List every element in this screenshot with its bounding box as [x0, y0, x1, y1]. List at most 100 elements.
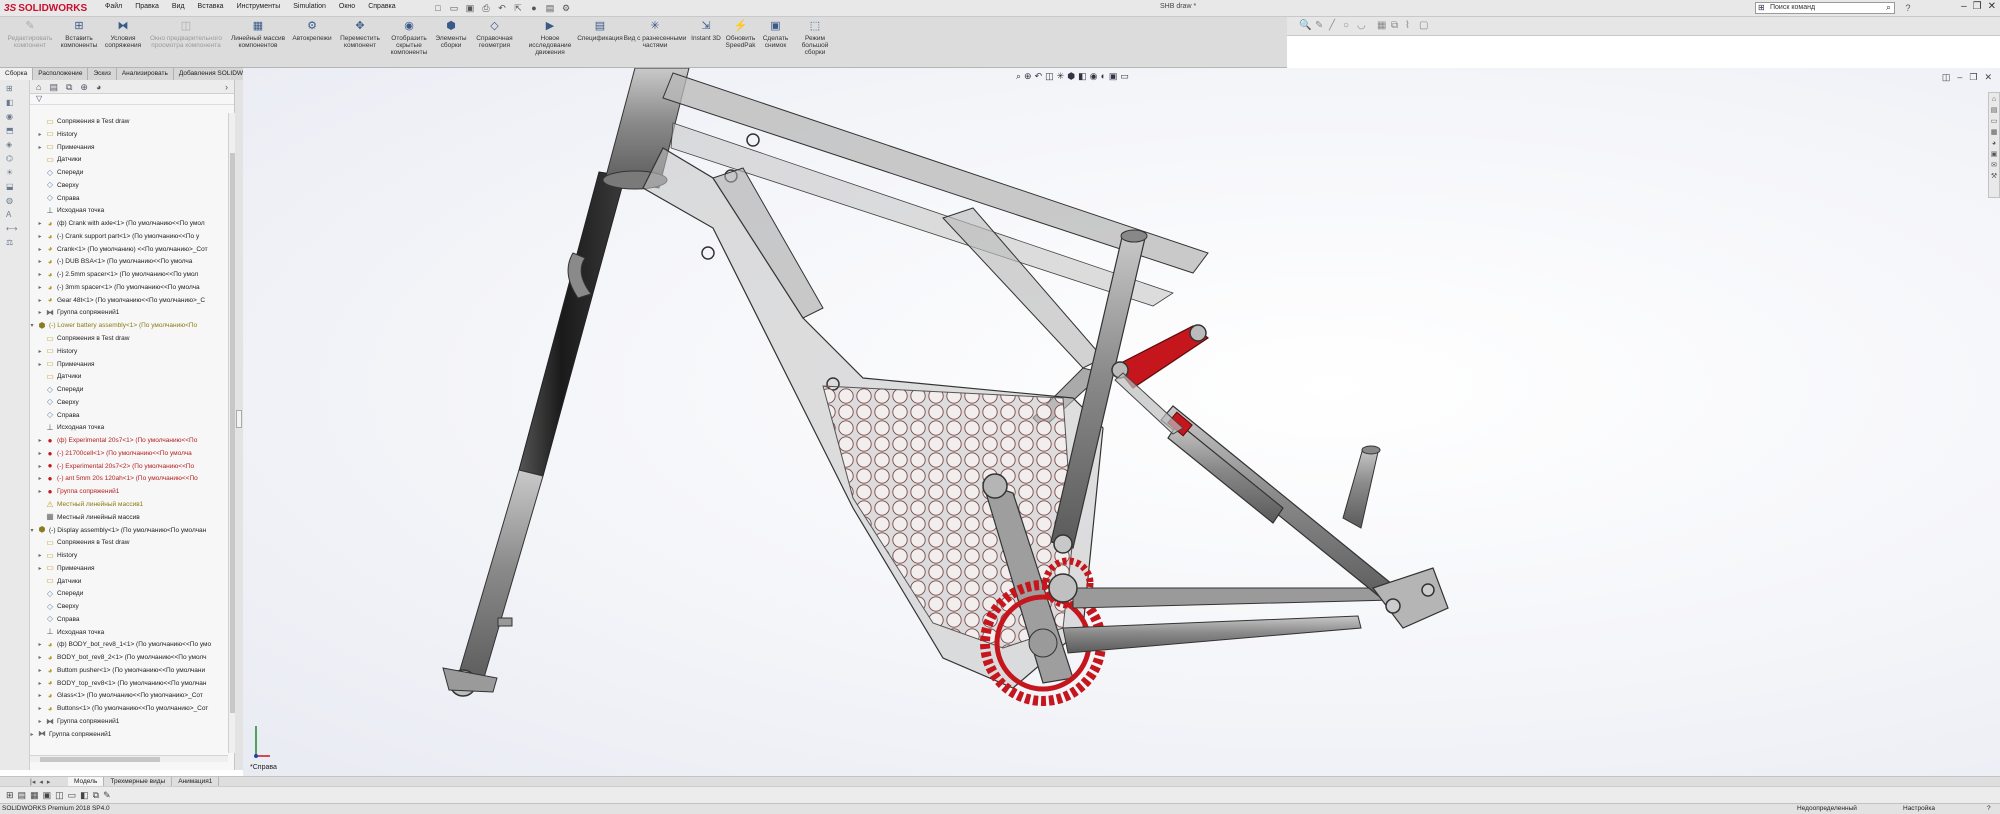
command-button[interactable]: ▣ Сделать снимок [760, 19, 791, 49]
expand-toggle-icon[interactable]: ▸ [36, 703, 44, 716]
splitter-handle[interactable] [236, 410, 242, 428]
tree-item[interactable]: ▸ ⧓ Группа сопряжений1 [30, 716, 228, 729]
select-icon[interactable]: ⇱ [512, 2, 524, 14]
model-tab[interactable]: Модель [68, 777, 105, 786]
minimize-icon[interactable]: – [1957, 72, 1962, 83]
editing-mode[interactable]: Настройка [1903, 804, 1935, 814]
tree-item[interactable]: ▸ ◕ (ф) Crank with axle<1> (По умолчанию<<… [30, 218, 228, 231]
expand-toggle-icon[interactable]: ▸ [36, 563, 44, 576]
tree-item[interactable]: ▸ ◕ Buttons<1> (По умолчанию<<По умолчанию… [30, 703, 228, 716]
view-orientation-icon[interactable]: ⬢ [1067, 71, 1075, 82]
tree-item[interactable]: ▸ ◕ Crank<1> (По умолчанию) <<По умолчанию… [30, 244, 228, 257]
tile-icon[interactable]: ◫ [1942, 72, 1951, 83]
tree-item[interactable]: ▭ Сопряжения в Test draw [30, 116, 228, 129]
tree-item[interactable]: ▾ ⬢ (-) Display assembly<1> (По умолчанию<… [30, 525, 228, 538]
expand-toggle-icon[interactable]: ▸ [36, 550, 44, 563]
zoom-icon[interactable]: 🔍 [1299, 20, 1311, 31]
offset-tool-icon[interactable]: ▢ [1419, 20, 1428, 31]
close-icon[interactable]: ✕ [1984, 72, 1992, 83]
zoom-area-icon[interactable]: ⊕ [1024, 71, 1032, 82]
command-button[interactable]: ⬚ Режим большой сборки [793, 19, 837, 56]
tree-item[interactable]: ▦ Местный линейный массив [30, 512, 228, 525]
save-icon[interactable]: ▣ [464, 2, 476, 14]
tree-item[interactable]: ▸ ◕ Glass<1> (По умолчанию<<По умолчанию>_… [30, 690, 228, 703]
options-icon[interactable]: ⚙ [560, 2, 572, 14]
help-icon[interactable]: ? [1987, 804, 1991, 814]
expand-toggle-icon[interactable]: ▸ [36, 129, 44, 142]
display-style-icon[interactable]: ◧ [1078, 71, 1087, 82]
expand-toggle-icon[interactable]: ▸ [36, 473, 44, 486]
tree-item[interactable]: ▾ ⬢ (-) Lower battery assembly<1> (По умол… [30, 320, 228, 333]
tree-item[interactable]: ▸ ▭ History [30, 129, 228, 142]
mass-icon[interactable]: ⚖ [6, 238, 29, 248]
tool-icon[interactable]: ◫ [55, 790, 64, 801]
tree-item[interactable]: ▸ ▭ Примечания [30, 359, 228, 372]
expand-toggle-icon[interactable]: ▸ [36, 359, 44, 372]
tree-item[interactable]: ▸ ● (ф) Experimental 20s7<1> (По умолчанию… [30, 435, 228, 448]
filter-icon[interactable]: ▽ [36, 94, 42, 103]
appearance-icon[interactable]: ◉ [6, 112, 29, 122]
command-manager-tab[interactable]: Эскиз [88, 68, 117, 80]
tree-item[interactable]: ▸ ◕ BODY_bot_rev8_2<1> (По умолчанию<<По у… [30, 652, 228, 665]
toolbox-icon[interactable]: ⚒ [1991, 172, 1997, 181]
model-tab[interactable]: Трехмерные виды [104, 777, 173, 786]
forum-icon[interactable]: ✉ [1991, 161, 1997, 170]
tree-item[interactable]: ⊥ Исходная точка [30, 205, 228, 218]
circle-tool-icon[interactable]: ○ [1343, 20, 1349, 31]
expand-toggle-icon[interactable]: ▾ [30, 320, 36, 333]
help-icon[interactable]: ? [1902, 2, 1914, 14]
command-button[interactable]: ◉ Отобразить скрытые компоненты [386, 19, 432, 56]
tree-item[interactable]: ◇ Справа [30, 410, 228, 423]
tree-item[interactable]: ▸ ▭ History [30, 346, 228, 359]
expand-toggle-icon[interactable]: ▸ [36, 435, 44, 448]
tree-item[interactable]: ▭ Датчики [30, 576, 228, 589]
command-manager-tab[interactable]: Сборка [0, 68, 34, 80]
tree-horizontal-scrollbar[interactable] [30, 755, 228, 762]
expand-toggle-icon[interactable]: ▸ [36, 716, 44, 729]
tool-icon[interactable]: ⧉ [93, 790, 99, 801]
close-icon[interactable]: ✕ [1988, 1, 1996, 12]
command-manager-tab[interactable]: Анализировать [117, 68, 174, 80]
tree-item[interactable]: ▭ Сопряжения в Test draw [30, 537, 228, 550]
tree-item[interactable]: ◇ Справа [30, 193, 228, 206]
rebuild-icon[interactable]: ● [528, 2, 540, 14]
command-button[interactable]: ⇲ Instant 3D [691, 19, 721, 42]
expand-toggle-icon[interactable]: ▸ [36, 269, 44, 282]
command-button[interactable]: ▶ Новое исследование движения [521, 19, 579, 56]
display-icon[interactable]: ◧ [6, 98, 29, 108]
zoom-to-fit-icon[interactable]: ⌕ [1016, 71, 1021, 82]
tree-item[interactable]: ▸ ▭ History [30, 550, 228, 563]
tree-item[interactable]: ▸ ● (-) ant 5mm 20s 120ah<1> (По умолчанию… [30, 473, 228, 486]
view-settings-icon[interactable]: ▭ [1120, 71, 1129, 82]
tree-item[interactable]: ▸ ◕ (-) 3mm spacer<1> (По умолчанию<<По ум… [30, 282, 228, 295]
design-library-icon[interactable]: ▤ [1991, 106, 1998, 115]
menu-item[interactable]: Simulation [292, 2, 327, 11]
tool-icon[interactable]: ✎ [103, 790, 111, 801]
edit-appearance-icon[interactable]: ◐ [1100, 71, 1105, 82]
tree-item[interactable]: ⊥ Исходная точка [30, 422, 228, 435]
expand-toggle-icon[interactable]: ▸ [36, 295, 44, 308]
tree-item[interactable]: ▭ Сопряжения в Test draw [30, 333, 228, 346]
apply-scene-icon[interactable]: ▣ [1109, 71, 1118, 82]
restore-icon[interactable]: ❐ [1973, 1, 1982, 12]
tree-item[interactable]: ◇ Сверху [30, 601, 228, 614]
undo-icon[interactable]: ↶ [496, 2, 508, 14]
menu-item[interactable]: Вид [171, 2, 186, 11]
tree-item[interactable]: ◇ Сверху [30, 397, 228, 410]
tree-item[interactable]: ▸ ◕ (-) DUB BSA<1> (По умолчанию<<По умолч… [30, 256, 228, 269]
view-palette-icon[interactable]: ▦ [1991, 128, 1998, 137]
menu-item[interactable]: Окно [338, 2, 356, 11]
panel-expand-icon[interactable]: › [225, 82, 228, 93]
panel-splitter[interactable] [235, 80, 243, 770]
expand-toggle-icon[interactable]: ▸ [36, 218, 44, 231]
expand-toggle-icon[interactable]: ▾ [30, 525, 36, 538]
command-button[interactable]: ✎ Редактировать компонент [4, 19, 56, 49]
dynamic-annotation-icon[interactable]: ✳ [1057, 71, 1065, 82]
tree-vertical-scrollbar[interactable] [228, 113, 235, 753]
command-button[interactable]: ◇ Справочная геометрия [470, 19, 519, 49]
hide-show-items-icon[interactable]: ◉ [1090, 71, 1098, 82]
tree-item[interactable]: ◇ Справа [30, 614, 228, 627]
expand-toggle-icon[interactable]: ▸ [36, 652, 44, 665]
tree-item[interactable]: ▸ ● (-) 21700cell<1> (По умолчанию<<По умо… [30, 448, 228, 461]
expand-toggle-icon[interactable]: ▸ [36, 690, 44, 703]
